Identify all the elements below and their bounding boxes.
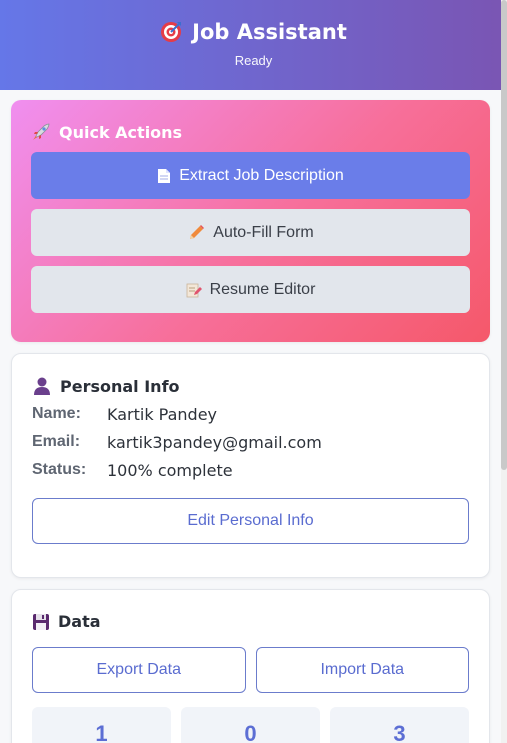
data-stats: 1 0 3 [32,707,469,743]
status-label: Status: [32,461,87,478]
stat-box: 3 [330,707,469,743]
auto-fill-form-button[interactable]: Auto-Fill Form [31,209,470,256]
data-header: Data [32,612,469,631]
main-content: Quick Actions Extract Job Description Au… [0,90,507,743]
quick-actions-header: Quick Actions [31,122,470,142]
quick-actions-title: Quick Actions [59,122,183,142]
personal-info-title: Personal Info [60,376,180,396]
name-value: Kartik Pandey [107,405,218,424]
resume-editor-label: Resume Editor [209,280,316,298]
import-data-button[interactable]: Import Data [255,647,469,693]
scrollbar-thumb[interactable] [501,0,507,470]
extract-job-description-label: Extract Job Description [179,166,344,184]
user-icon [34,377,50,395]
scrollbar-track[interactable] [501,0,507,743]
app-status: Ready [234,53,273,68]
floppy-disk-icon [33,613,49,630]
data-title: Data [58,612,101,631]
name-label: Name: [32,405,81,422]
rocket-icon [33,123,50,140]
personal-info-header: Personal Info [32,376,469,396]
status-value: 100% complete [107,461,233,480]
resume-editor-button[interactable]: Resume Editor [31,266,470,313]
quick-actions-card: Quick Actions Extract Job Description Au… [11,100,490,342]
data-card: Data Export Data Import Data 1 0 3 [11,589,490,743]
name-row: Name: Kartik Pandey [32,405,469,424]
memo-icon [186,283,202,297]
extract-job-description-button[interactable]: Extract Job Description [31,152,470,199]
email-value: kartik3pandey@gmail.com [107,433,322,452]
stat-box: 0 [181,707,320,743]
header-title-row: Job Assistant [0,20,507,44]
app-header: Job Assistant Ready [0,0,507,90]
pencil-icon [190,224,205,239]
data-button-row: Export Data Import Data [32,647,469,693]
stat-box: 1 [32,707,171,743]
edit-personal-info-button[interactable]: Edit Personal Info [32,498,469,544]
status-row: Status: 100% complete [32,461,469,480]
export-data-button[interactable]: Export Data [32,647,246,693]
email-label: Email: [32,433,81,450]
target-icon [161,22,182,42]
personal-info-card: Personal Info Name: Kartik Pandey Email:… [11,353,490,578]
auto-fill-form-label: Auto-Fill Form [213,223,314,241]
document-icon [158,168,171,183]
email-row: Email: kartik3pandey@gmail.com [32,433,469,452]
app-title: Job Assistant [192,20,347,44]
